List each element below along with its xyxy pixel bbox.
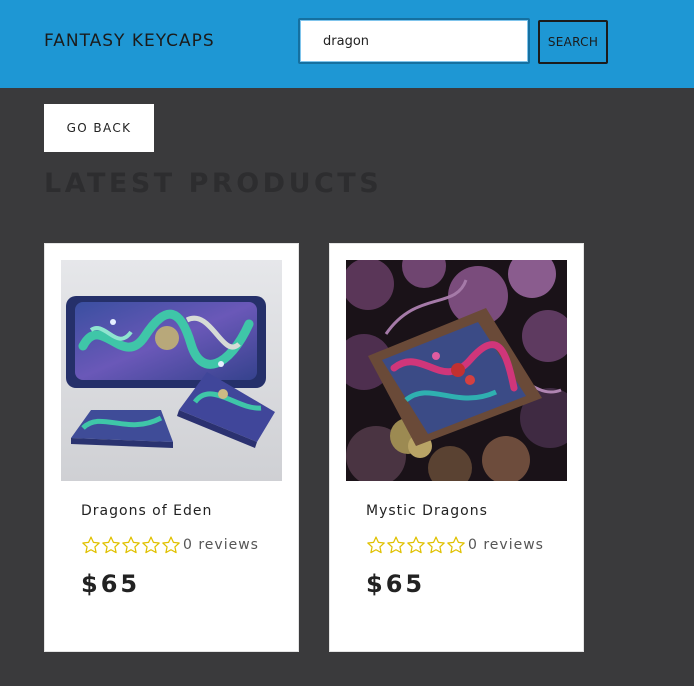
review-count: 0 reviews bbox=[468, 537, 544, 553]
star-icon bbox=[122, 536, 140, 554]
review-count: 0 reviews bbox=[183, 537, 259, 553]
product-card[interactable]: Dragons of Eden 0 reviews $65 bbox=[44, 243, 299, 652]
product-price: $65 bbox=[81, 570, 141, 598]
top-navbar: FANTASY KEYCAPS SEARCH bbox=[0, 0, 694, 88]
star-icon bbox=[427, 536, 445, 554]
search-button[interactable]: SEARCH bbox=[538, 20, 608, 64]
product-image[interactable] bbox=[61, 260, 282, 481]
star-icon bbox=[102, 536, 120, 554]
star-rating: 0 reviews bbox=[81, 535, 259, 555]
star-icon bbox=[162, 536, 180, 554]
page-title: LATEST PRODUCTS bbox=[44, 168, 383, 199]
star-icon bbox=[447, 536, 465, 554]
brand-logo-text[interactable]: FANTASY KEYCAPS bbox=[44, 31, 215, 51]
product-card[interactable]: Mystic Dragons 0 reviews $65 bbox=[329, 243, 584, 652]
star-icon bbox=[407, 536, 425, 554]
product-name[interactable]: Mystic Dragons bbox=[366, 503, 488, 519]
search-input[interactable] bbox=[298, 18, 530, 64]
star-rating: 0 reviews bbox=[366, 535, 544, 555]
star-icon bbox=[387, 536, 405, 554]
product-name[interactable]: Dragons of Eden bbox=[81, 503, 212, 519]
go-back-button[interactable]: GO BACK bbox=[44, 104, 154, 152]
product-price: $65 bbox=[366, 570, 426, 598]
product-image[interactable] bbox=[346, 260, 567, 481]
star-icon bbox=[82, 536, 100, 554]
star-icon bbox=[142, 536, 160, 554]
star-icon bbox=[367, 536, 385, 554]
